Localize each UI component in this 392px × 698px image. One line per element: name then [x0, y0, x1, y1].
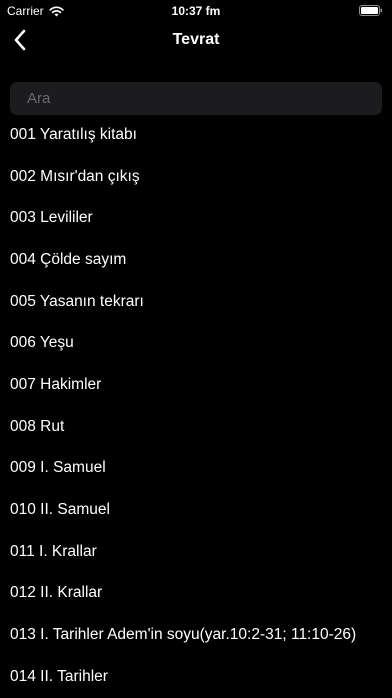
list-item[interactable]: 009 I. Samuel [0, 448, 392, 490]
book-list: 001 Yaratılış kitabı 002 Mısır'dan çıkış… [0, 114, 392, 698]
page-title: Tevrat [172, 31, 220, 48]
list-item[interactable]: 005 Yasanın tekrarı [0, 281, 392, 323]
list-item[interactable]: 014 II. Tarihler [0, 656, 392, 698]
list-item[interactable]: 012 II. Krallar [0, 573, 392, 615]
battery-icon [359, 5, 383, 16]
list-item[interactable]: 011 I. Krallar [0, 531, 392, 573]
list-item[interactable]: 010 II. Samuel [0, 489, 392, 531]
list-item[interactable]: 001 Yaratılış kitabı [0, 114, 392, 156]
search-input[interactable] [27, 90, 365, 107]
status-bar: Carrier 10:37 fm [0, 0, 392, 22]
search-bar[interactable] [10, 82, 382, 115]
list-item[interactable]: 008 Rut [0, 406, 392, 448]
list-item[interactable]: 003 Levililer [0, 197, 392, 239]
list-item[interactable]: 004 Çölde sayım [0, 239, 392, 281]
list-item[interactable]: 006 Yeşu [0, 322, 392, 364]
navigation-bar: Tevrat [0, 22, 392, 60]
list-item[interactable]: 007 Hakimler [0, 364, 392, 406]
status-time: 10:37 fm [171, 4, 221, 18]
list-item[interactable]: 002 Mısır'dan çıkış [0, 156, 392, 198]
list-item[interactable]: 013 I. Tarihler Adem'in soyu(yar.10:2-31… [0, 614, 392, 656]
